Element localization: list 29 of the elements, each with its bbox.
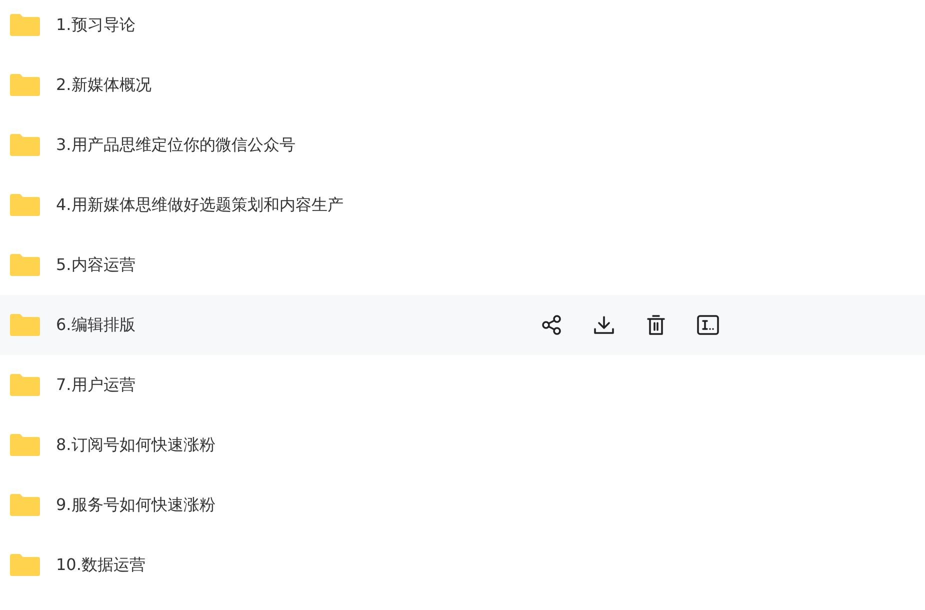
folder-icon — [10, 193, 40, 217]
folder-icon — [10, 493, 40, 517]
folder-name: 6.编辑排版 — [56, 314, 136, 336]
folder-icon — [10, 373, 40, 397]
folder-icon — [10, 13, 40, 37]
folder-name: 2.新媒体概况 — [56, 74, 152, 96]
download-button[interactable] — [592, 313, 616, 337]
trash-icon — [645, 314, 667, 336]
folder-name: 10.数据运营 — [56, 554, 146, 576]
folder-name: 5.内容运营 — [56, 254, 136, 276]
rename-icon — [696, 314, 720, 336]
folder-icon — [10, 253, 40, 277]
folder-name: 3.用产品思维定位你的微信公众号 — [56, 134, 296, 156]
folder-icon — [10, 553, 40, 577]
folder-name: 7.用户运营 — [56, 374, 136, 396]
folder-icon — [10, 73, 40, 97]
folder-name: 1.预习导论 — [56, 14, 136, 36]
download-icon — [593, 314, 615, 336]
share-button[interactable] — [540, 313, 564, 337]
folder-name: 4.用新媒体思维做好选题策划和内容生产 — [56, 194, 344, 216]
delete-button[interactable] — [644, 313, 668, 337]
share-icon — [541, 314, 563, 336]
folder-name: 8.订阅号如何快速涨粉 — [56, 434, 216, 456]
folder-icon — [10, 133, 40, 157]
folder-icon — [10, 313, 40, 337]
folder-name: 9.服务号如何快速涨粉 — [56, 494, 216, 516]
folder-icon — [10, 433, 40, 457]
rename-button[interactable] — [696, 313, 720, 337]
folder-row[interactable]: 6.编辑排版 — [0, 295, 925, 355]
